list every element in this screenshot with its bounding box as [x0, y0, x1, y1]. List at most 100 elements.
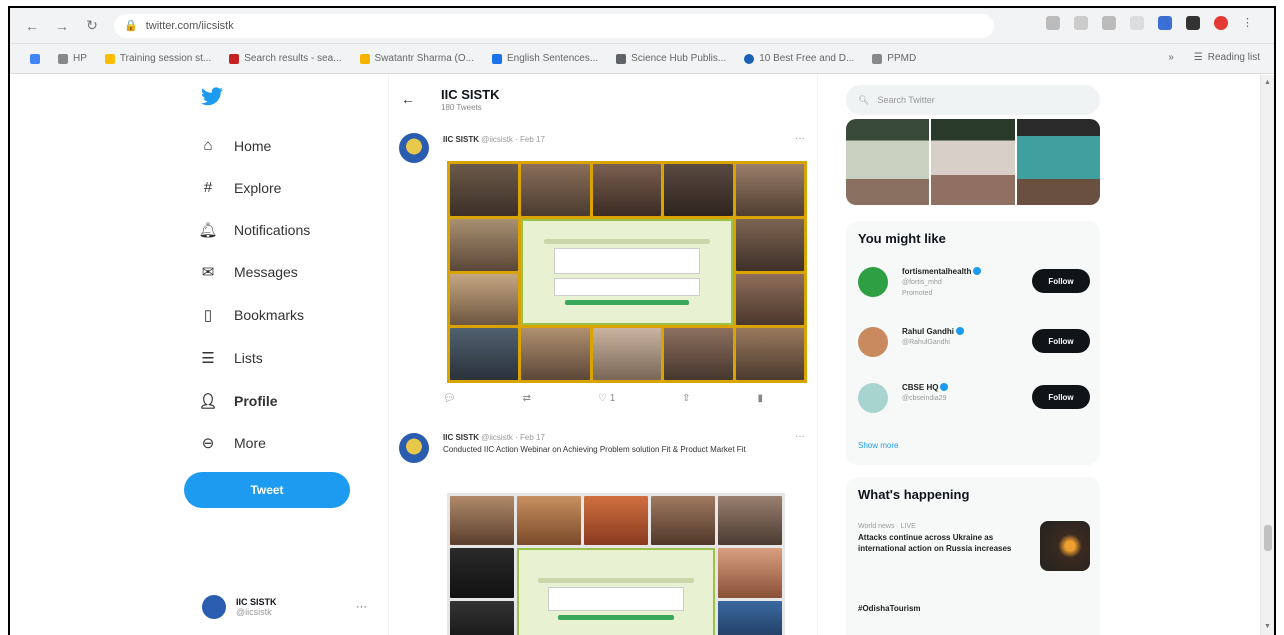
tweet-text: Conducted IIC Action Webinar on Achievin… — [443, 445, 746, 454]
url-text: twitter.com/iicsistk — [145, 19, 234, 32]
person-icon: 👤︎ — [198, 393, 218, 410]
tweet-author[interactable]: IIC SISTK — [443, 433, 479, 442]
tweet-count: 180 Tweets — [441, 103, 482, 112]
verified-icon — [940, 383, 949, 391]
back-arrow-icon[interactable]: ← — [24, 18, 40, 34]
apps-icon[interactable] — [30, 53, 40, 64]
trend-headline: Attacks continue across Ukraine as inter… — [858, 533, 1012, 553]
sidebar-item-lists[interactable]: ☰ Lists — [198, 349, 263, 367]
sidebar-item-explore[interactable]: # Explore — [198, 179, 282, 196]
reply-icon[interactable]: 💬︎ — [443, 393, 456, 404]
bookmark-item[interactable]: Swatantr Sharma (O... — [359, 53, 474, 64]
trend-item[interactable]: #OdishaTourism — [858, 601, 1090, 614]
account-more-icon[interactable]: ··· — [356, 601, 367, 613]
avatar[interactable] — [399, 133, 429, 163]
verified-icon — [973, 267, 982, 275]
profile-header: ← IIC SISTK 180 Tweets — [389, 81, 817, 119]
sidebar-item-profile[interactable]: 👤︎ Profile — [198, 392, 277, 410]
trend-headline: #OdishaTourism — [858, 604, 921, 613]
tweet-image[interactable] — [447, 161, 807, 383]
tweet-more-icon[interactable]: ··· — [795, 133, 805, 144]
retweet-icon[interactable]: ⇄ — [523, 393, 531, 404]
globe-icon — [58, 53, 68, 64]
browser-extensions: ⋮ — [1046, 16, 1256, 30]
profile-media-strip[interactable] — [846, 119, 1100, 205]
panel-title: What's happening — [858, 487, 970, 502]
puzzle-icon[interactable] — [1186, 16, 1200, 30]
chevron-more-icon[interactable]: » — [1168, 52, 1174, 63]
analytics-icon[interactable]: ▮ — [757, 393, 763, 404]
account-handle: @iicsistk — [236, 607, 272, 617]
suggestion-handle: @cbseindia29 — [902, 395, 947, 402]
more-circle-icon: ⊖ — [201, 435, 215, 452]
suggestion-item[interactable]: CBSE HQ @cbseindia29 Follow — [858, 381, 1090, 421]
sidebar-item-notifications[interactable]: 🔔︎ Notifications — [198, 221, 310, 239]
share-icon[interactable] — [1074, 16, 1088, 30]
scroll-down-icon[interactable]: ▼ — [1264, 623, 1271, 630]
bookmark-item[interactable]: Training session st... — [104, 53, 211, 64]
bookmark-item[interactable]: English Sentences... — [492, 53, 598, 64]
share-icon[interactable]: ⇪ — [682, 393, 690, 404]
follow-button[interactable]: Follow — [1032, 385, 1090, 409]
avatar[interactable] — [858, 383, 888, 413]
kebab-menu-icon[interactable]: ⋮ — [1242, 16, 1256, 30]
drive-icon — [104, 53, 115, 64]
page-scrollbar[interactable]: ▲ ▼ — [1260, 75, 1274, 635]
follow-button[interactable]: Follow — [1032, 269, 1090, 293]
tweet-author[interactable]: IIC SISTK — [443, 135, 479, 144]
panel-title: You might like — [858, 231, 946, 246]
trend-image[interactable] — [1040, 521, 1090, 571]
extension-icon[interactable] — [1130, 16, 1144, 30]
tweet-handle: @iicsistk · Feb 17 — [481, 135, 545, 144]
sidebar-item-bookmarks[interactable]: ▯ Bookmarks — [198, 306, 304, 324]
sidebar-item-more[interactable]: ⊖ More — [198, 434, 266, 452]
page-title: IIC SISTK — [441, 87, 500, 102]
bookmark-item[interactable]: PPMD — [872, 53, 916, 64]
globe-icon — [872, 53, 883, 64]
forward-arrow-icon[interactable]: → — [54, 18, 70, 34]
suggestion-name: Rahul Gandhi — [902, 327, 964, 336]
suggestion-item[interactable]: Rahul Gandhi @RahulGandhi Follow — [858, 325, 1090, 365]
mail-icon: ✉ — [201, 264, 215, 281]
suggestion-handle: @RahulGandhi — [902, 339, 950, 346]
extension-blue-icon[interactable] — [1158, 16, 1172, 30]
star-icon[interactable] — [1102, 16, 1116, 30]
address-bar[interactable]: 🔒 twitter.com/iicsistk — [114, 13, 994, 38]
tweet-image[interactable] — [447, 493, 785, 635]
reload-icon[interactable]: ↻ — [84, 17, 100, 34]
zoom-icon[interactable] — [1046, 16, 1060, 30]
scroll-thumb[interactable] — [1264, 525, 1272, 551]
avatar[interactable] — [858, 267, 888, 297]
bookmark-item[interactable]: HP — [58, 53, 87, 64]
twitter-logo-icon[interactable] — [200, 87, 224, 107]
poster-image — [521, 218, 733, 326]
suggestion-name: CBSE HQ — [902, 383, 949, 392]
sidebar-item-messages[interactable]: ✉ Messages — [198, 263, 298, 281]
avatar[interactable] — [858, 327, 888, 357]
suggestion-name: fortismentalhealth — [902, 267, 982, 276]
search-input[interactable]: 🔍︎ Search Twitter — [846, 85, 1100, 115]
show-more-link[interactable]: Show more — [858, 441, 898, 450]
verified-icon — [956, 327, 964, 335]
gmail-icon — [229, 53, 240, 64]
profile-timeline: ← IIC SISTK 180 Tweets IIC SISTK @iicsis… — [388, 75, 818, 635]
bookmark-item[interactable]: Science Hub Publis... — [616, 53, 726, 64]
tweet-meta: IIC SISTK @iicsistk · Feb 17 — [443, 135, 545, 144]
profile-avatar-icon[interactable] — [1214, 16, 1228, 30]
account-switcher[interactable]: IIC SISTK @iicsistk ··· — [202, 595, 367, 619]
suggestion-item[interactable]: fortismentalhealth @fortis_mhd Promoted … — [858, 265, 1090, 305]
avatar[interactable] — [399, 433, 429, 463]
whats-happening-panel: What's happening World news · LIVE Attac… — [846, 477, 1100, 635]
tweet-more-icon[interactable]: ··· — [795, 431, 805, 442]
like-button[interactable]: ♡ 1 — [598, 393, 615, 404]
scroll-up-icon[interactable]: ▲ — [1264, 79, 1271, 86]
left-sidebar: ⌂ Home # Explore 🔔︎ Notifications ✉ Mess… — [180, 75, 380, 635]
sidebar-item-home[interactable]: ⌂ Home — [198, 137, 271, 154]
bookmark-item[interactable]: 10 Best Free and D... — [744, 53, 854, 64]
back-arrow-icon[interactable]: ← — [401, 91, 415, 107]
tweet-button[interactable]: Tweet — [184, 472, 350, 508]
twitter-page: ⌂ Home # Explore 🔔︎ Notifications ✉ Mess… — [10, 75, 1274, 635]
bookmark-item[interactable]: Search results - sea... — [229, 53, 342, 64]
reading-list-button[interactable]: ☰ Reading list — [1194, 52, 1260, 63]
follow-button[interactable]: Follow — [1032, 329, 1090, 353]
